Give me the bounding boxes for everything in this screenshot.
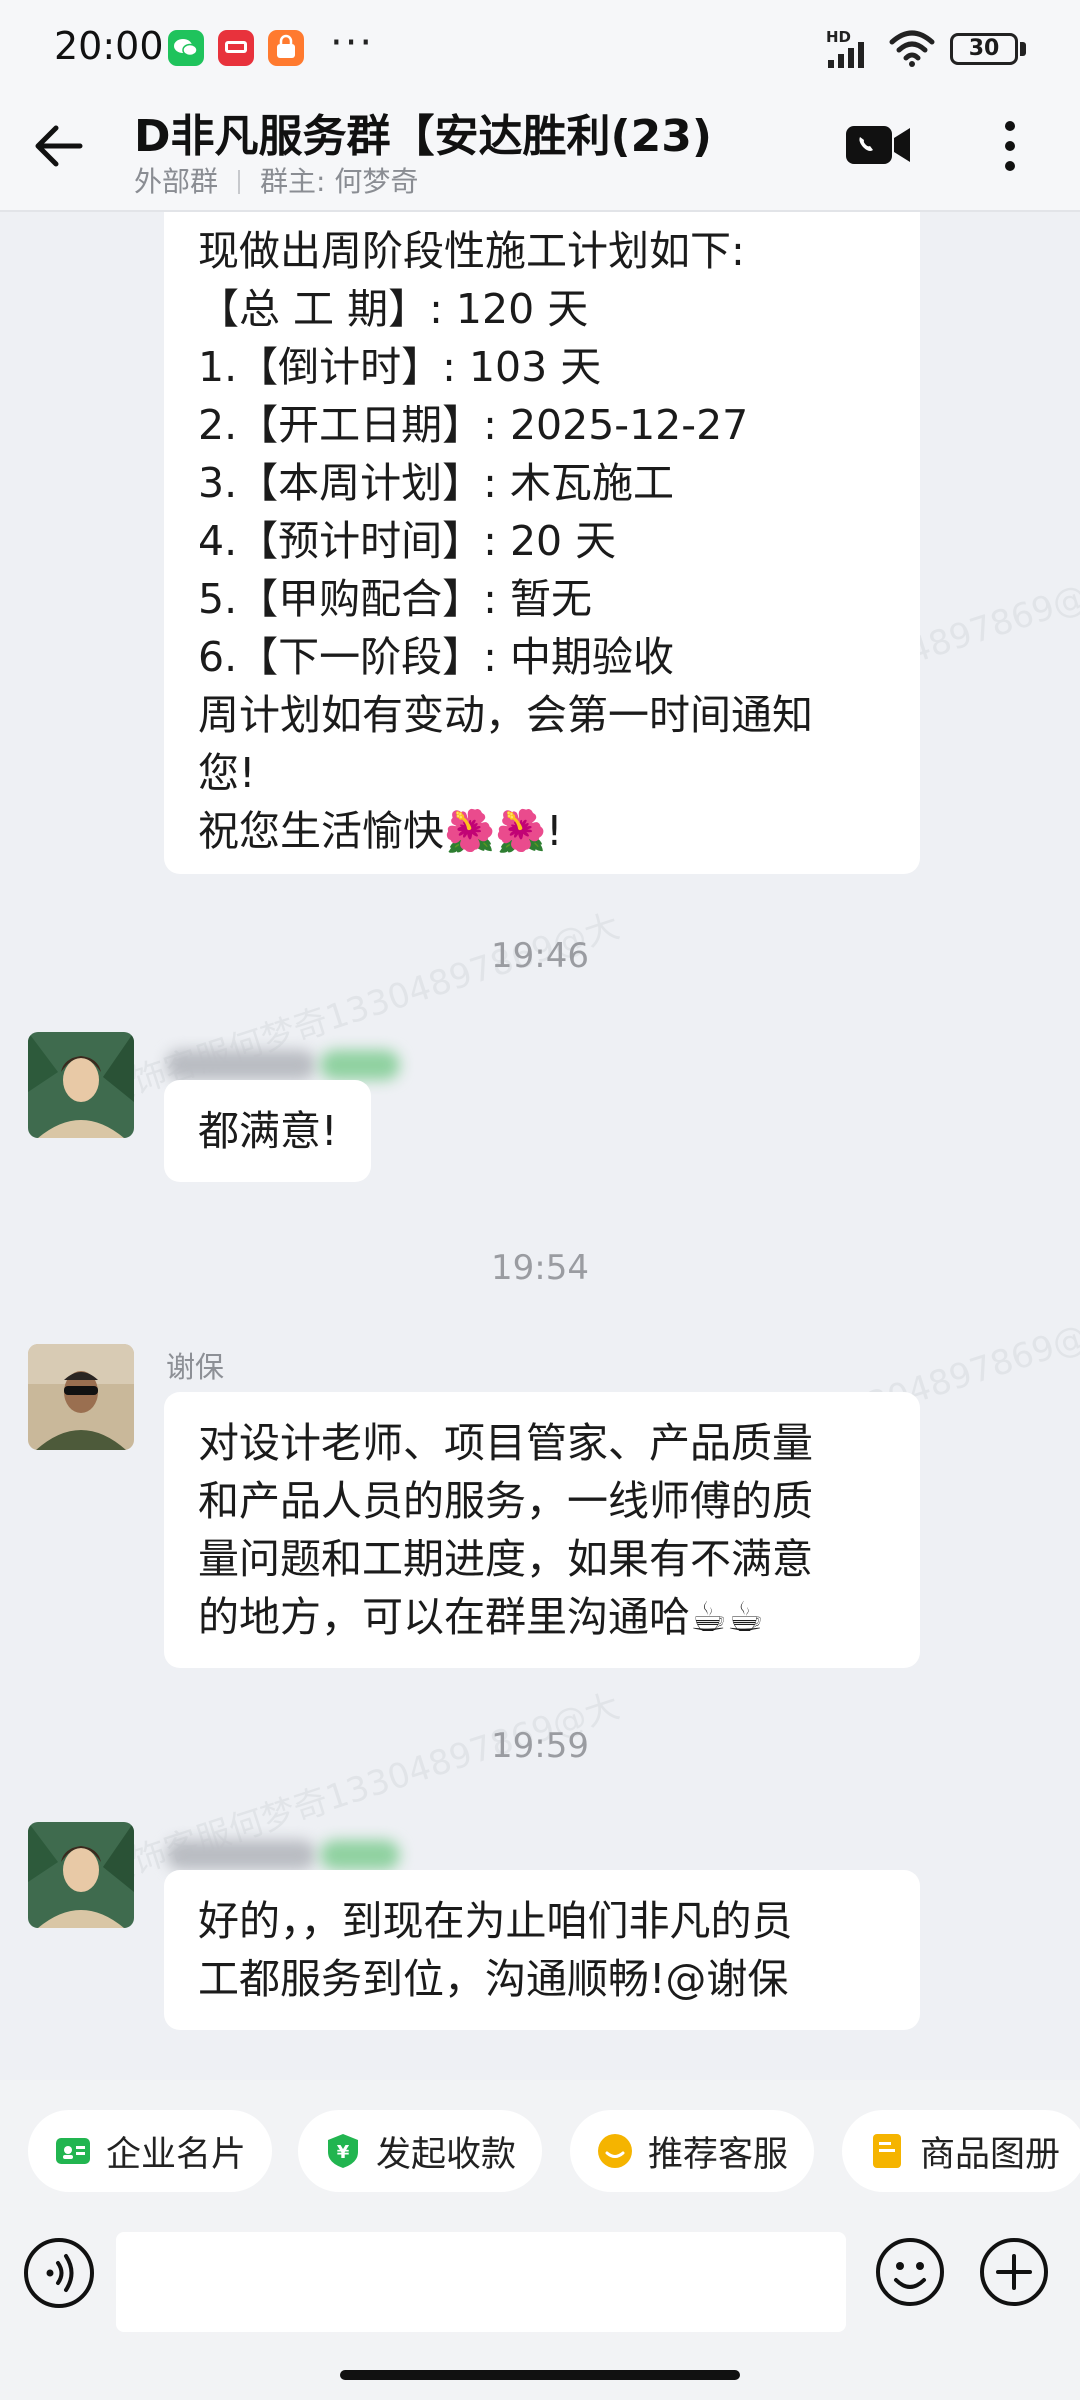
message-line: 3.【本周计划】: 木瓦施工 bbox=[198, 459, 674, 507]
message-bubble[interactable]: 都满意! bbox=[164, 1080, 372, 1182]
sender-tag-blurred bbox=[320, 1840, 400, 1870]
chat-header: D非凡服务群【安达胜利(23) 外部群 群主: 何梦奇 bbox=[0, 100, 1080, 212]
message-line: 的地方，可以在群里沟通哈☕☕ bbox=[198, 1593, 764, 1641]
message-line: 您! bbox=[198, 749, 256, 797]
message-line: 1.【倒计时】: 103 天 bbox=[198, 343, 602, 391]
product-catalog-button[interactable]: 商品图册 bbox=[842, 2110, 1080, 2192]
message-bubble[interactable]: 现做出周阶段性施工计划如下: 【总 工 期】: 120 天 1.【倒计时】: 1… bbox=[164, 212, 920, 874]
quick-actions-bar: 企业名片 ¥ 发起收款 推荐客服 商品图册 bbox=[0, 2080, 1080, 2220]
status-time: 20:00 bbox=[54, 24, 164, 68]
message-line: 5.【甲购配合】: 暂无 bbox=[198, 575, 592, 623]
message-bubble[interactable]: 好的，，到现在为止咱们非凡的员 工都服务到位，沟通顺畅!@谢保 bbox=[164, 1870, 920, 2030]
chat-subtitle: 外部群 群主: 何梦奇 bbox=[134, 160, 418, 200]
message-line: 好的，，到现在为止咱们非凡的员 bbox=[198, 1897, 793, 1945]
message-line: 2.【开工日期】: 2025-12-27 bbox=[198, 401, 749, 449]
chat-title[interactable]: D非凡服务群【安达胜利(23) bbox=[134, 100, 734, 164]
request-payment-button[interactable]: ¥ 发起收款 bbox=[298, 2110, 543, 2192]
group-owner[interactable]: 群主: 何梦奇 bbox=[260, 165, 418, 198]
avatar[interactable] bbox=[28, 1032, 134, 1138]
message-line: 对设计老师、项目管家、产品质量 bbox=[198, 1419, 813, 1467]
chip-label: 企业名片 bbox=[106, 2134, 247, 2175]
message-line: 祝您生活愉快🌺🌺! bbox=[198, 807, 563, 855]
divider bbox=[238, 170, 241, 194]
message-list[interactable]: 非凡装饰客服何梦奇13304897869@大 非凡装饰客服何梦奇13304897… bbox=[0, 212, 1080, 2080]
avatar[interactable] bbox=[28, 1344, 134, 1450]
payment-icon: ¥ bbox=[328, 2134, 358, 2168]
input-bar bbox=[0, 2220, 1080, 2400]
svg-text:¥: ¥ bbox=[337, 2142, 350, 2163]
sender-tag-blurred bbox=[320, 1050, 400, 1080]
status-bar: 20:00 ··· HD 30 bbox=[0, 0, 1080, 100]
business-card-icon bbox=[56, 2138, 90, 2164]
wechat-icon bbox=[168, 30, 204, 66]
message-line: 4.【预计时间】: 20 天 bbox=[198, 517, 617, 565]
status-more-dots: ··· bbox=[330, 20, 375, 66]
emoji-icon[interactable] bbox=[874, 2236, 946, 2308]
battery-nub bbox=[1020, 42, 1026, 56]
back-arrow-icon[interactable] bbox=[30, 116, 90, 176]
service-icon bbox=[598, 2134, 632, 2168]
chip-label: 推荐客服 bbox=[648, 2134, 789, 2175]
message-line: 量问题和工期进度，如果有不满意 bbox=[198, 1535, 813, 1583]
message-line: 现做出周阶段性施工计划如下: bbox=[198, 227, 745, 275]
recommend-service-button[interactable]: 推荐客服 bbox=[570, 2110, 815, 2192]
message-line: 周计划如有变动，会第一时间通知 bbox=[198, 691, 813, 739]
message-line: 【总 工 期】: 120 天 bbox=[198, 285, 589, 333]
message-line: 工都服务到位，沟通顺畅!@谢保 bbox=[198, 1955, 789, 2003]
avatar[interactable] bbox=[28, 1822, 134, 1928]
red-app-icon bbox=[218, 30, 254, 66]
message-bubble[interactable]: 对设计老师、项目管家、产品质量 和产品人员的服务，一线师傅的质 量问题和工期进度… bbox=[164, 1392, 920, 1668]
sender-name: 谢保 bbox=[166, 1350, 225, 1384]
external-group-tag: 外部群 bbox=[134, 165, 219, 198]
message-input[interactable] bbox=[116, 2232, 846, 2332]
video-call-icon[interactable] bbox=[844, 120, 914, 170]
timestamp: 19:54 bbox=[491, 1248, 589, 1288]
sender-name-blurred bbox=[166, 1050, 316, 1080]
timestamp: 19:59 bbox=[491, 1726, 589, 1766]
catalog-icon bbox=[873, 2134, 901, 2168]
sender-name-blurred bbox=[166, 1840, 316, 1870]
battery-icon: 30 bbox=[950, 33, 1018, 65]
message-text: 都满意! bbox=[198, 1107, 338, 1155]
battery-level: 30 bbox=[968, 36, 1000, 61]
chat-screen: 20:00 ··· HD 30 D非凡服务群【安达胜利(23) 外部群 群主: … bbox=[0, 0, 1080, 2400]
voice-input-icon[interactable] bbox=[22, 2236, 96, 2310]
signal-icon bbox=[828, 42, 864, 68]
timestamp: 19:46 bbox=[491, 936, 589, 976]
business-card-button[interactable]: 企业名片 bbox=[28, 2110, 273, 2192]
orange-app-icon bbox=[268, 30, 304, 66]
home-indicator bbox=[340, 2370, 740, 2380]
chip-label: 发起收款 bbox=[376, 2134, 517, 2175]
wifi-icon bbox=[889, 30, 935, 67]
chip-label: 商品图册 bbox=[920, 2134, 1061, 2175]
more-options-icon[interactable] bbox=[990, 114, 1030, 178]
message-line: 和产品人员的服务，一线师傅的质 bbox=[198, 1477, 813, 1525]
message-line: 6.【下一阶段】: 中期验收 bbox=[198, 633, 674, 681]
plus-icon[interactable] bbox=[978, 2236, 1050, 2308]
